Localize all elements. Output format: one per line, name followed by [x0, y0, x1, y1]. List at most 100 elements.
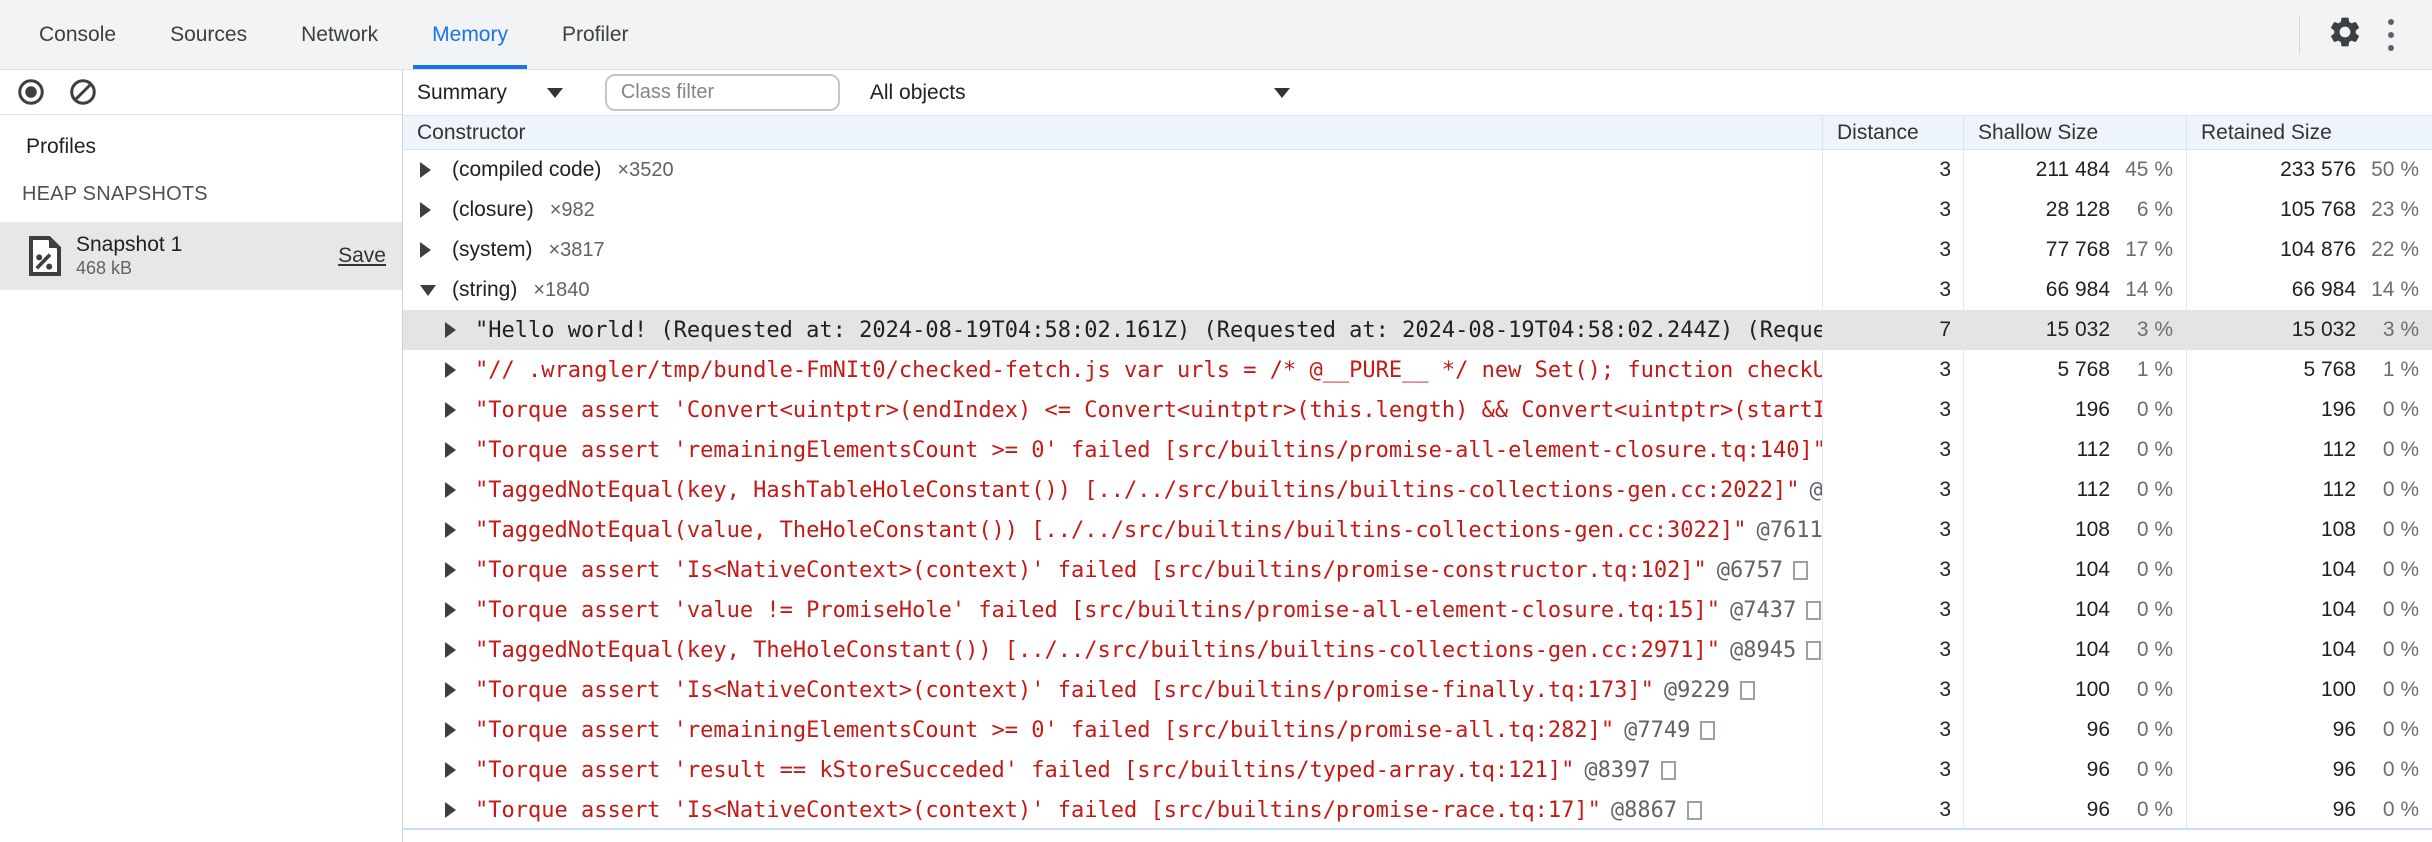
object-preview-icon[interactable] [1740, 680, 1756, 700]
shallow-size-percent: 0 % [2136, 798, 2173, 821]
distance-cell: 3 [1822, 350, 1963, 390]
table-row[interactable]: "Torque assert 'Is<NativeContext>(contex… [403, 550, 2432, 590]
shallow-size-percent: 1 % [2136, 358, 2173, 381]
expand-arrow-icon[interactable] [445, 602, 469, 618]
clear-profiles-button[interactable] [66, 75, 100, 109]
table-row[interactable]: "// .wrangler/tmp/bundle-FmNIt0/checked-… [403, 350, 2432, 390]
object-id: @7437 [1730, 597, 1797, 623]
retained-size-value: 66 984 [2291, 278, 2356, 301]
retained-size-cell: 96 0 % [2186, 750, 2432, 790]
table-row[interactable]: (system) ×3817 3 77 768 17 % 104 876 22 … [403, 230, 2432, 270]
object-preview-icon[interactable] [1687, 800, 1703, 820]
instance-count: ×1840 [533, 278, 590, 301]
distance-cell: 3 [1822, 270, 1963, 310]
expand-arrow-icon[interactable] [420, 242, 444, 258]
table-row[interactable]: "Torque assert 'Convert<uintptr>(endInde… [403, 390, 2432, 430]
table-row[interactable]: "Torque assert 'Is<NativeContext>(contex… [403, 790, 2432, 830]
object-preview-icon[interactable] [1806, 600, 1822, 620]
retained-size-value: 15 032 [2291, 318, 2356, 341]
constructor-cell: "TaggedNotEqual(key, HashTableHoleConsta… [403, 470, 1822, 510]
tab-memory[interactable]: Memory [405, 0, 535, 69]
more-options-button[interactable] [2368, 12, 2414, 58]
constructor-cell: "Torque assert 'Is<NativeContext>(contex… [403, 550, 1822, 590]
column-header-constructor[interactable]: Constructor [403, 116, 1822, 149]
expand-arrow-icon[interactable] [445, 562, 469, 578]
grid-body: (compiled code) ×3520 3 211 484 45 % 233… [403, 150, 2432, 830]
constructor-cell: "Torque assert 'result == kStoreSucceded… [403, 750, 1822, 790]
distance-cell: 3 [1822, 550, 1963, 590]
expand-arrow-icon[interactable] [445, 762, 469, 778]
expand-arrow-icon[interactable] [445, 642, 469, 658]
column-header-shallow-size[interactable]: Shallow Size [1963, 116, 2186, 149]
table-row[interactable]: "Torque assert 'Is<NativeContext>(contex… [403, 670, 2432, 710]
constructor-cell: "Torque assert 'Is<NativeContext>(contex… [403, 670, 1822, 710]
table-row[interactable]: (closure) ×982 3 28 128 6 % 105 768 23 % [403, 190, 2432, 230]
table-row[interactable]: "Torque assert 'value != PromiseHole' fa… [403, 590, 2432, 630]
object-preview-icon[interactable] [1793, 560, 1809, 580]
objects-scope-select[interactable]: All objects [870, 81, 1290, 105]
constructor-cell: "// .wrangler/tmp/bundle-FmNIt0/checked-… [403, 350, 1822, 390]
object-preview-icon[interactable] [1806, 640, 1822, 660]
shallow-size-cell: 112 0 % [1963, 430, 2186, 470]
snapshot-list-item[interactable]: Snapshot 1 468 kB Save [0, 222, 402, 290]
expand-arrow-icon[interactable] [445, 802, 469, 818]
object-id: @8867 [1610, 797, 1678, 823]
object-preview-icon[interactable] [1700, 720, 1716, 740]
column-header-retained-size[interactable]: Retained Size [2186, 116, 2432, 149]
retained-size-percent: 0 % [2382, 398, 2419, 421]
retained-size-value: 196 [2320, 398, 2356, 421]
expand-arrow-icon[interactable] [445, 322, 469, 338]
expand-arrow-icon[interactable] [445, 402, 469, 418]
tab-console[interactable]: Console [12, 0, 143, 69]
shallow-size-value: 211 484 [2035, 158, 2110, 181]
shallow-size-percent: 0 % [2136, 598, 2173, 621]
distance-cell: 3 [1822, 510, 1963, 550]
table-row[interactable]: "TaggedNotEqual(value, TheHoleConstant()… [403, 510, 2432, 550]
shallow-size-value: 104 [2074, 638, 2110, 661]
expand-arrow-icon[interactable] [420, 162, 444, 178]
table-row[interactable]: (compiled code) ×3520 3 211 484 45 % 233… [403, 150, 2432, 190]
tab-sources[interactable]: Sources [143, 0, 274, 69]
record-heap-snapshot-button[interactable] [14, 75, 48, 109]
gear-icon [2327, 14, 2363, 55]
class-filter-input[interactable] [604, 74, 840, 111]
shallow-size-percent: 0 % [2136, 518, 2173, 541]
shallow-size-cell: 108 0 % [1963, 510, 2186, 550]
table-row[interactable]: "Torque assert 'remainingElementsCount >… [403, 430, 2432, 470]
object-preview-icon[interactable] [1660, 760, 1676, 780]
table-row[interactable]: "Torque assert 'result == kStoreSucceded… [403, 750, 2432, 790]
shallow-size-value: 5 768 [2057, 358, 2110, 381]
save-snapshot-link[interactable]: Save [338, 244, 386, 268]
table-row[interactable]: (string) ×1840 3 66 984 14 % 66 984 14 % [403, 270, 2432, 310]
table-row[interactable]: "Torque assert 'remainingElementsCount >… [403, 710, 2432, 750]
perspective-select[interactable]: Summary [417, 81, 563, 105]
shallow-size-value: 77 768 [2045, 238, 2110, 261]
chevron-down-icon [1273, 87, 1290, 98]
retained-size-cell: 233 576 50 % [2186, 150, 2432, 190]
expand-arrow-icon[interactable] [445, 522, 469, 538]
shallow-size-cell: 5 768 1 % [1963, 350, 2186, 390]
expand-arrow-icon[interactable] [445, 722, 469, 738]
table-row[interactable]: "TaggedNotEqual(key, HashTableHoleConsta… [403, 470, 2432, 510]
expand-arrow-icon[interactable] [420, 202, 444, 218]
table-row[interactable]: "Hello world! (Requested at: 2024-08-19T… [403, 310, 2432, 350]
snapshot-text: Snapshot 1 468 kB [76, 233, 182, 279]
retained-size-value: 100 [2320, 678, 2356, 701]
retained-size-cell: 5 768 1 % [2186, 350, 2432, 390]
tab-network[interactable]: Network [274, 0, 405, 69]
constructor-cell: "Torque assert 'value != PromiseHole' fa… [403, 590, 1822, 630]
expand-arrow-icon[interactable] [420, 285, 444, 296]
expand-arrow-icon[interactable] [445, 682, 469, 698]
settings-gear-button[interactable] [2322, 12, 2368, 58]
expand-arrow-icon[interactable] [445, 442, 469, 458]
distance-cell: 3 [1822, 790, 1963, 830]
column-header-distance[interactable]: Distance [1822, 116, 1963, 149]
shallow-size-value: 104 [2074, 558, 2110, 581]
expand-arrow-icon[interactable] [445, 482, 469, 498]
shallow-size-percent: 0 % [2136, 678, 2173, 701]
tab-profiler[interactable]: Profiler [535, 0, 656, 69]
table-row[interactable]: "TaggedNotEqual(key, TheHoleConstant()) … [403, 630, 2432, 670]
expand-arrow-icon[interactable] [445, 362, 469, 378]
constructor-cell: "TaggedNotEqual(key, TheHoleConstant()) … [403, 630, 1822, 670]
object-id: @8945 [1730, 637, 1797, 663]
